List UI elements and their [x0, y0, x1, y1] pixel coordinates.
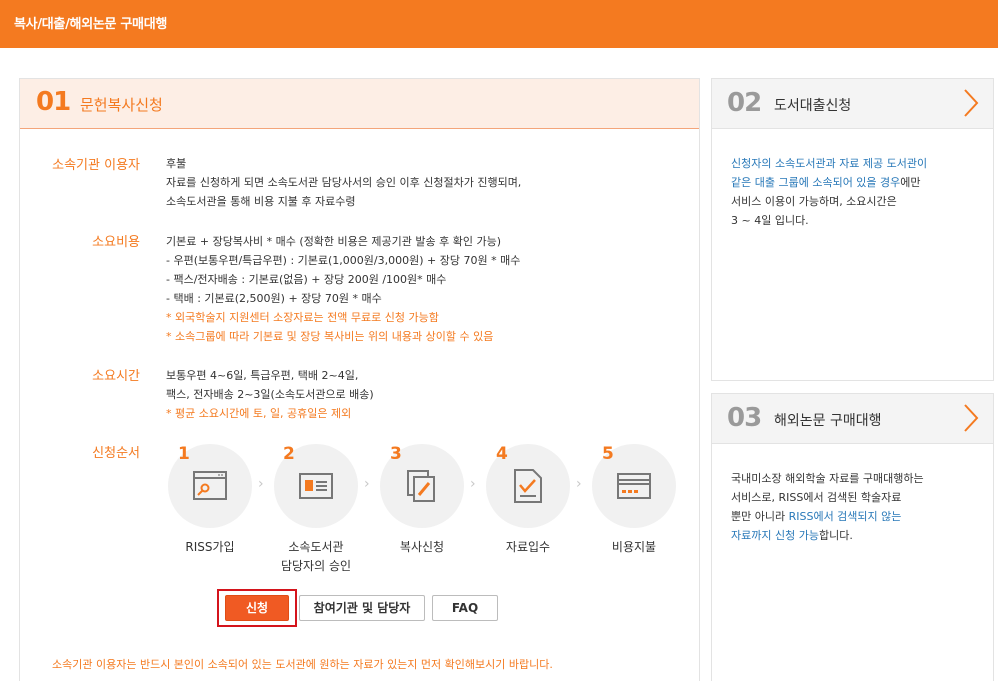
- text-line: 자료를 신청하게 되면 소속도서관 담당사서의 승인 이후 신청절차가 진행되며…: [166, 176, 522, 189]
- checked-document-icon: [514, 469, 542, 503]
- loan-panel-body: 신청자의 소속도서관과 자료 제공 도서관이 같은 대출 그룹에 소속되어 있을…: [731, 154, 927, 230]
- text-line: - 우편(보통우편/특급우편) : 기본료(1,000원/3,000원) + 장…: [166, 254, 521, 267]
- step-label-text: 담당자의 승인: [280, 559, 352, 573]
- institutions-button[interactable]: 참여기관 및 담당자: [299, 595, 425, 621]
- text-fragment: 합니다.: [818, 529, 853, 542]
- text-line: 3 ~ 4일 입니다.: [731, 214, 809, 227]
- loan-panel-header[interactable]: 02 도서대출신청: [712, 79, 993, 129]
- highlight-text: RISS에서 검색되지 않는: [788, 510, 902, 523]
- step-label-text: 비용지불: [611, 540, 657, 554]
- faq-button[interactable]: FAQ: [432, 595, 498, 621]
- row-text-cost: 기본료 + 장당복사비 * 매수 (정확한 비용은 제공기관 발송 후 확인 가…: [166, 232, 520, 346]
- purchase-panel-number: 03: [727, 403, 762, 433]
- step-3-number: 3: [390, 444, 402, 464]
- text-line: 신청자의 소속도서관과 자료 제공 도서관이: [731, 157, 928, 170]
- row-label-time: 소요시간: [92, 369, 140, 384]
- key-window-icon: [193, 471, 227, 500]
- step-label-text: 자료입수: [505, 540, 551, 554]
- step-1-label: RISS가입: [150, 538, 270, 557]
- row-text-member: 후불 자료를 신청하게 되면 소속도서관 담당사서의 승인 이후 신청절차가 진…: [166, 154, 521, 211]
- row-text-time: 보통우편 4~6일, 특급우편, 택배 2~4일, 팩스, 전자배송 2~3일(…: [166, 366, 374, 423]
- copy-panel-title: 문헌복사신청: [80, 96, 163, 114]
- purchase-panel-title: 해외논문 구매대행: [774, 413, 882, 429]
- note-line: * 외국학술지 지원센터 소장자료는 전액 무료로 신청 가능함: [166, 311, 439, 324]
- step-5-number: 5: [602, 444, 614, 464]
- text-line: 뿐만 아니라 RISS에서 검색되지 않는: [731, 507, 924, 526]
- loan-panel-title: 도서대출신청: [774, 98, 852, 114]
- row-label-cost: 소요비용: [92, 235, 140, 250]
- text-line: 국내미소장 해외학술 자료를 구매대행하는: [731, 472, 924, 485]
- text-fragment: 에만: [900, 176, 921, 189]
- apply-button[interactable]: 신청: [225, 595, 289, 621]
- step-5-label: 비용지불: [574, 538, 694, 557]
- text-line: 소속도서관을 통해 비용 지불 후 자료수령: [166, 195, 356, 208]
- step-arrow-icon: ›: [576, 476, 582, 492]
- text-line: 기본료 + 장당복사비 * 매수 (정확한 비용은 제공기관 발송 후 확인 가…: [166, 235, 501, 248]
- chevron-right-icon[interactable]: [963, 88, 979, 118]
- step-4-label: 자료입수: [468, 538, 588, 557]
- chevron-right-icon[interactable]: [963, 403, 979, 433]
- bottom-note: 소속기관 이용자는 반드시 본인이 소속되어 있는 도서관에 원하는 자료가 있…: [52, 658, 553, 671]
- top-bar: 복사/대출/해외논문 구매대행: [0, 0, 998, 48]
- text-line: 같은 대출 그룹에 소속되어 있을 경우에만: [731, 173, 927, 192]
- text-line: 보통우편 4~6일, 특급우편, 택배 2~4일,: [166, 369, 359, 382]
- step-2-number: 2: [283, 444, 295, 464]
- copy-panel-header: 01 문헌복사신청: [20, 79, 699, 129]
- text-line: 서비스로, RISS에서 검색된 학술자료: [731, 491, 902, 504]
- id-card-icon: [299, 473, 333, 499]
- step-arrow-icon: ›: [470, 476, 476, 492]
- step-2-label: 소속도서관 담당자의 승인: [256, 538, 376, 576]
- step-arrow-icon: ›: [258, 476, 264, 492]
- purchase-panel-body: 국내미소장 해외학술 자료를 구매대행하는 서비스로, RISS에서 검색된 학…: [731, 469, 924, 545]
- note-line: * 소속그룹에 따라 기본료 및 장당 복사비는 위의 내용과 상이할 수 있음: [166, 330, 494, 343]
- step-3-label: 복사신청: [362, 538, 482, 557]
- step-1-number: 1: [178, 444, 190, 464]
- purchase-panel-header[interactable]: 03 해외논문 구매대행: [712, 394, 993, 444]
- loan-request-panel: 02 도서대출신청 신청자의 소속도서관과 자료 제공 도서관이 같은 대출 그…: [711, 78, 994, 381]
- page-title: 복사/대출/해외논문 구매대행: [14, 17, 168, 32]
- copy-panel-number: 01: [36, 87, 71, 117]
- text-fragment: 뿐만 아니라: [731, 510, 789, 523]
- copy-document-icon: [407, 470, 435, 502]
- text-line: 서비스 이용이 가능하며, 소요시간은: [731, 195, 897, 208]
- copy-request-panel: 01 문헌복사신청 소속기관 이용자 후불 자료를 신청하게 되면 소속도서관 …: [19, 78, 700, 681]
- payment-card-icon: [617, 473, 651, 499]
- row-label-member: 소속기관 이용자: [52, 158, 140, 173]
- step-label-text: 복사신청: [399, 540, 445, 554]
- step-arrow-icon: ›: [364, 476, 370, 492]
- step-label-text: 소속도서관: [288, 540, 344, 554]
- step-4-number: 4: [496, 444, 508, 464]
- text-line: - 팩스/전자배송 : 기본료(없음) + 장당 200원 /100원* 매수: [166, 273, 447, 286]
- loan-panel-number: 02: [727, 88, 762, 118]
- highlight-text: 자료까지 신청 가능: [731, 529, 819, 542]
- text-line: 자료까지 신청 가능합니다.: [731, 526, 924, 545]
- text-line: - 택배 : 기본료(2,500원) + 장당 70원 * 매수: [166, 292, 382, 305]
- highlight-text: 같은 대출 그룹에 소속되어 있을 경우: [731, 176, 901, 189]
- row-label-steps: 신청순서: [92, 446, 140, 461]
- step-label-text: RISS가입: [185, 540, 235, 554]
- text-line: 후불: [166, 157, 187, 170]
- text-line: 팩스, 전자배송 2~3일(소속도서관으로 배송): [166, 388, 374, 401]
- purchase-agency-panel: 03 해외논문 구매대행 국내미소장 해외학술 자료를 구매대행하는 서비스로,…: [711, 393, 994, 681]
- note-line: * 평균 소요시간에 토, 일, 공휴일은 제외: [166, 407, 352, 420]
